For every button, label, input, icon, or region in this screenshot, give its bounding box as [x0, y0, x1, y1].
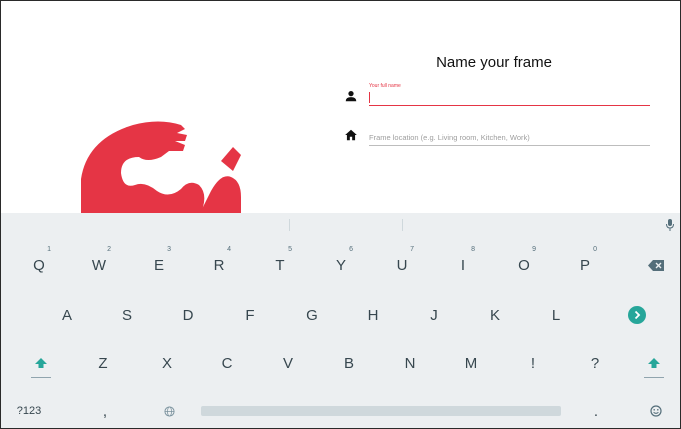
key-c[interactable]: C — [207, 343, 247, 383]
key-b[interactable]: B — [329, 343, 369, 383]
backspace-key[interactable] — [636, 245, 676, 285]
key-u[interactable]: U7 — [382, 245, 422, 285]
location-input[interactable] — [369, 129, 650, 146]
shift-icon — [35, 358, 47, 368]
home-icon — [345, 129, 357, 141]
emoji-key[interactable] — [636, 391, 676, 428]
key-y[interactable]: Y6 — [321, 245, 361, 285]
key-question[interactable]: ? — [575, 343, 615, 383]
suggestion-bar — [1, 213, 680, 237]
key-e[interactable]: E3 — [139, 245, 179, 285]
key-f[interactable]: F — [230, 295, 270, 335]
key-s[interactable]: S — [107, 295, 147, 335]
person-icon — [345, 91, 357, 102]
space-bar[interactable] — [201, 406, 561, 416]
keyboard-row-1: Q1 W2 E3 R4 T5 Y6 U7 I8 O9 P0 — [1, 245, 680, 285]
key-period[interactable]: . — [576, 391, 616, 428]
shift-key-right[interactable] — [634, 343, 674, 383]
key-k[interactable]: K — [475, 295, 515, 335]
key-p[interactable]: P0 — [565, 245, 605, 285]
key-t[interactable]: T5 — [260, 245, 300, 285]
key-v[interactable]: V — [268, 343, 308, 383]
next-key[interactable] — [617, 295, 657, 335]
suggestion-divider — [289, 219, 290, 231]
text-cursor — [369, 92, 370, 103]
shift-underline — [644, 377, 664, 378]
app-logo — [81, 121, 241, 219]
key-x[interactable]: X — [147, 343, 187, 383]
key-m[interactable]: M — [451, 343, 491, 383]
shift-key-left[interactable] — [21, 343, 61, 383]
key-g[interactable]: G — [292, 295, 332, 335]
key-h[interactable]: H — [353, 295, 393, 335]
key-n[interactable]: N — [390, 343, 430, 383]
mic-icon[interactable] — [665, 219, 675, 231]
key-o[interactable]: O9 — [504, 245, 544, 285]
next-arrow-icon — [628, 306, 646, 324]
keyboard-row-3: Z X C V B N M ! ? — [1, 343, 680, 383]
backspace-icon — [648, 259, 664, 271]
app-screen: Name your frame Your full name Q1 W2 E3 … — [0, 0, 681, 429]
key-comma[interactable]: , — [85, 391, 125, 428]
key-a[interactable]: A — [47, 295, 87, 335]
shift-icon — [648, 358, 660, 368]
key-j[interactable]: J — [414, 295, 454, 335]
key-d[interactable]: D — [168, 295, 208, 335]
symbols-key[interactable]: ?123 — [11, 391, 47, 428]
key-q[interactable]: Q1 — [19, 245, 59, 285]
key-exclamation[interactable]: ! — [513, 343, 553, 383]
key-w[interactable]: W2 — [79, 245, 119, 285]
suggestion-divider — [402, 219, 403, 231]
shift-underline — [31, 377, 51, 378]
language-key[interactable] — [149, 391, 189, 428]
globe-icon — [163, 405, 175, 417]
key-l[interactable]: L — [536, 295, 576, 335]
page-title: Name your frame — [436, 54, 552, 71]
key-r[interactable]: R4 — [199, 245, 239, 285]
key-i[interactable]: I8 — [443, 245, 483, 285]
keyboard-row-2: A S D F G H J K L — [1, 295, 680, 335]
key-z[interactable]: Z — [83, 343, 123, 383]
name-input[interactable] — [369, 89, 650, 106]
emoji-icon — [650, 405, 662, 417]
soft-keyboard: Q1 W2 E3 R4 T5 Y6 U7 I8 O9 P0 A S D F G — [1, 213, 680, 428]
